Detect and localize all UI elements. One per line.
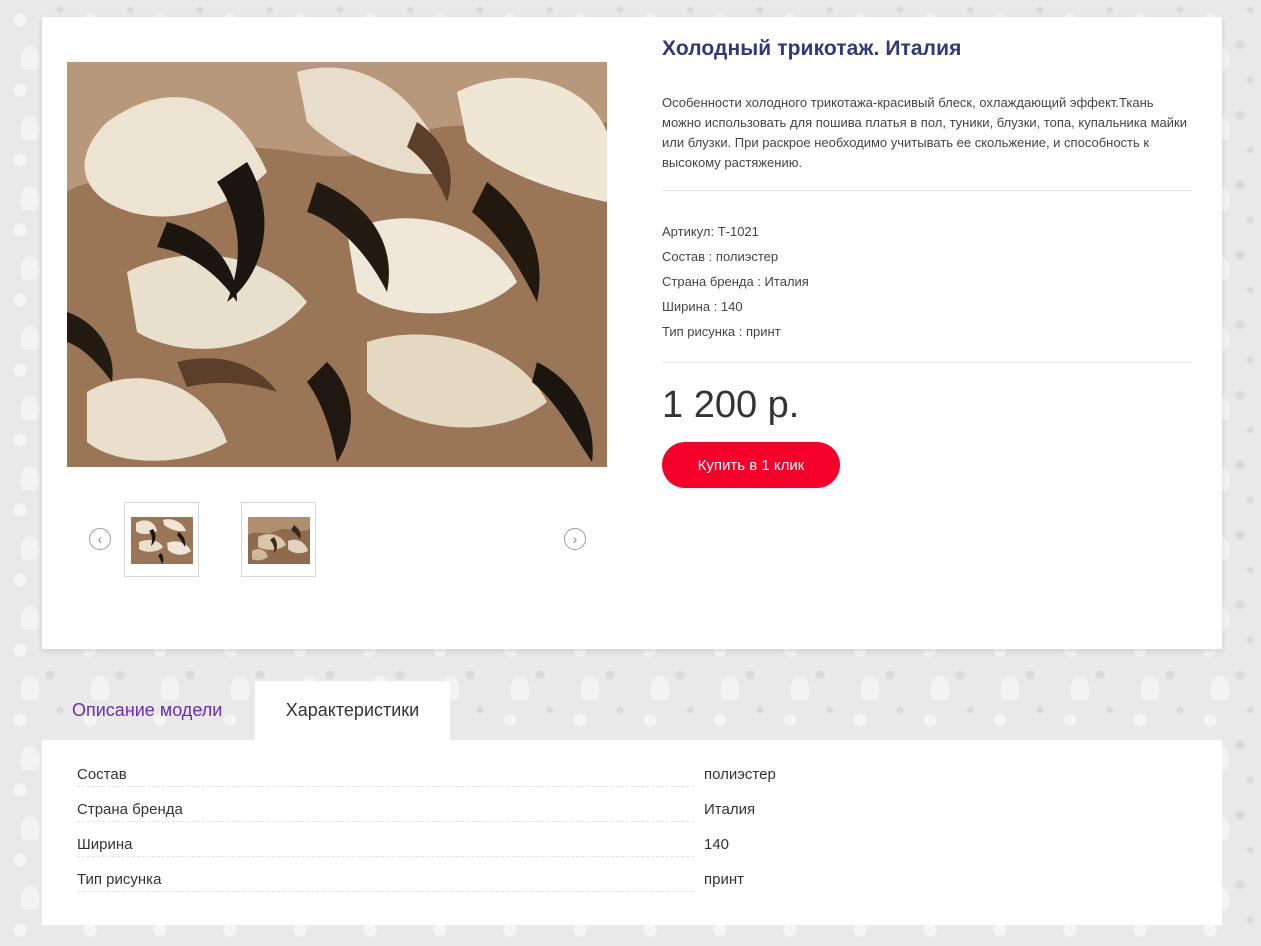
product-title: Холодный трикотаж. Италия bbox=[662, 37, 962, 60]
thumbnail-2[interactable] bbox=[241, 502, 316, 577]
chevron-left-icon[interactable]: ‹ bbox=[89, 528, 111, 550]
product-properties: Артикул: Т-1021 Состав : полиэстер Стран… bbox=[662, 219, 1192, 344]
product-card: ‹ › Холодный трикотаж. Италия Особенност… bbox=[42, 17, 1222, 649]
thumbnail-carousel: ‹ › bbox=[67, 502, 607, 578]
spec-row: Ширина 140 bbox=[77, 834, 1187, 869]
thumbnail-1[interactable] bbox=[124, 502, 199, 577]
thumbnail-image bbox=[248, 517, 310, 564]
property-composition: Состав : полиэстер bbox=[662, 249, 779, 264]
characteristics-panel: Состав полиэстер Страна бренда Италия Ши… bbox=[42, 740, 1222, 925]
chevron-right-icon[interactable]: › bbox=[564, 528, 586, 550]
property-article: Артикул: Т-1021 bbox=[662, 224, 759, 239]
divider bbox=[662, 362, 1192, 363]
product-description: Особенности холодного трикотажа-красивый… bbox=[662, 95, 1187, 170]
product-price: 1 200 р. bbox=[662, 384, 800, 426]
spec-value: Италия bbox=[704, 801, 756, 818]
property-brand-country: Страна бренда : Италия bbox=[662, 274, 809, 289]
product-info: Холодный трикотаж. Италия Особенности хо… bbox=[662, 37, 1192, 488]
property-width: Ширина : 140 bbox=[662, 299, 743, 314]
tab-characteristics[interactable]: Характеристики bbox=[255, 681, 450, 740]
product-main-image[interactable] bbox=[67, 62, 607, 467]
divider bbox=[662, 190, 1192, 191]
property-pattern-type: Тип рисунка : принт bbox=[662, 324, 781, 339]
spec-name: Состав bbox=[77, 764, 694, 787]
thumbnail-image bbox=[131, 517, 193, 564]
spec-name: Тип рисунка bbox=[77, 869, 694, 892]
spec-value: полиэстер bbox=[704, 766, 776, 783]
spec-row: Состав полиэстер bbox=[77, 764, 1187, 799]
spec-value: 140 bbox=[704, 836, 730, 853]
spec-name: Ширина bbox=[77, 834, 694, 857]
spec-name: Страна бренда bbox=[77, 799, 694, 822]
tab-description[interactable]: Описание модели bbox=[42, 681, 252, 740]
spec-row: Тип рисунка принт bbox=[77, 869, 1187, 904]
buy-one-click-button[interactable]: Купить в 1 клик bbox=[662, 442, 840, 488]
spec-row: Страна бренда Италия bbox=[77, 799, 1187, 834]
spec-value: принт bbox=[704, 871, 744, 888]
